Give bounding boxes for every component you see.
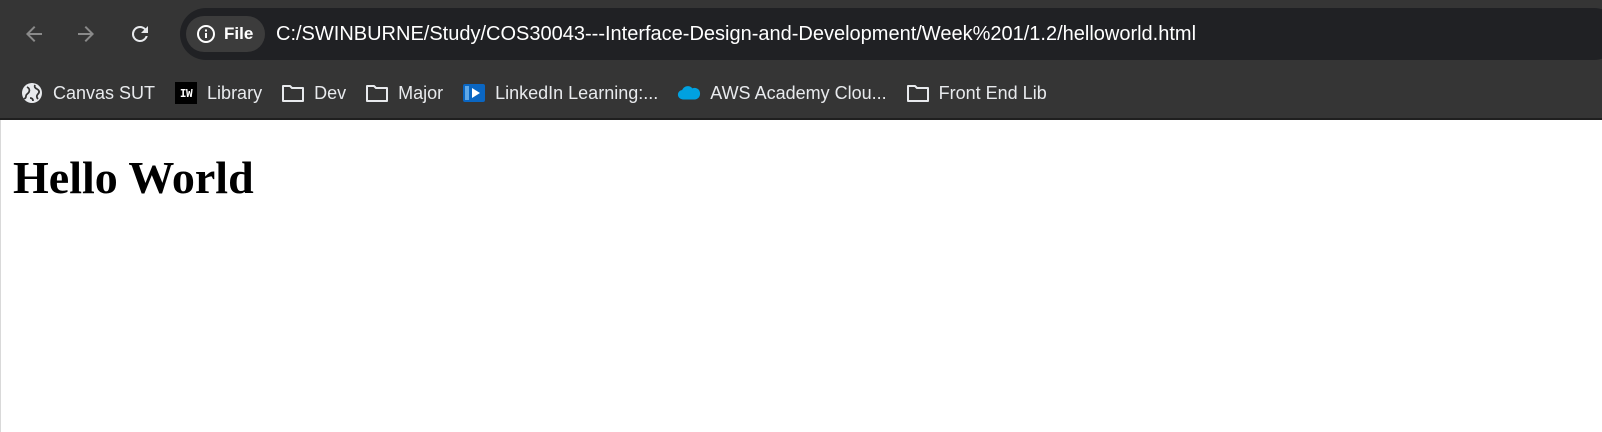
bookmark-label: Major <box>398 82 444 103</box>
folder-icon <box>281 81 305 105</box>
bookmark-label: Library <box>207 82 263 103</box>
address-bar[interactable]: File C:/SWINBURNE/Study/COS30043---Inter… <box>180 8 1602 60</box>
back-button[interactable] <box>16 16 52 52</box>
arrow-right-icon <box>78 26 94 42</box>
bookmark-linkedin-learning[interactable]: LinkedIn Learning:... <box>460 76 667 110</box>
bookmark-aws-academy[interactable]: AWS Academy Clou... <box>675 76 895 110</box>
bookmarks-bar: Canvas SUT IW Library Dev Major LinkedIn… <box>0 68 1602 118</box>
bookmark-label: AWS Academy Clou... <box>710 82 887 103</box>
globe-icon <box>20 81 44 105</box>
folder-icon <box>906 81 930 105</box>
bookmark-folder-dev[interactable]: Dev <box>279 76 355 110</box>
folder-icon <box>365 81 389 105</box>
bookmark-label: LinkedIn Learning:... <box>495 82 659 103</box>
bookmark-canvas-sut[interactable]: Canvas SUT <box>18 76 164 110</box>
bookmark-label: Front End Lib <box>938 82 1047 103</box>
page-viewport: Hello World <box>0 120 1602 432</box>
bookmark-label: Dev <box>314 82 347 103</box>
bookmark-folder-front-end-lib[interactable]: Front End Lib <box>904 76 1056 110</box>
site-chip-label: File <box>224 24 254 43</box>
forward-button[interactable] <box>68 16 104 52</box>
bookmark-library[interactable]: IW Library <box>172 76 271 110</box>
info-icon <box>197 25 215 43</box>
browser-toolbar: File C:/SWINBURNE/Study/COS30043---Inter… <box>0 0 1602 68</box>
iw-logo-text: IW <box>175 82 198 104</box>
arrow-left-icon <box>26 26 42 42</box>
iw-logo-icon: IW <box>174 81 198 105</box>
reload-button[interactable] <box>122 16 158 52</box>
url-text[interactable]: C:/SWINBURNE/Study/COS30043---Interface-… <box>276 8 1196 60</box>
bookmark-label: Canvas SUT <box>53 82 156 103</box>
browser-chrome: File C:/SWINBURNE/Study/COS30043---Inter… <box>0 0 1602 120</box>
site-info-chip[interactable]: File <box>186 16 266 52</box>
reload-icon <box>131 25 148 42</box>
page-heading: Hello World <box>13 152 254 203</box>
bookmark-folder-major[interactable]: Major <box>363 76 452 110</box>
salesforce-cloud-icon <box>677 81 701 105</box>
linkedin-learning-icon <box>462 81 486 105</box>
